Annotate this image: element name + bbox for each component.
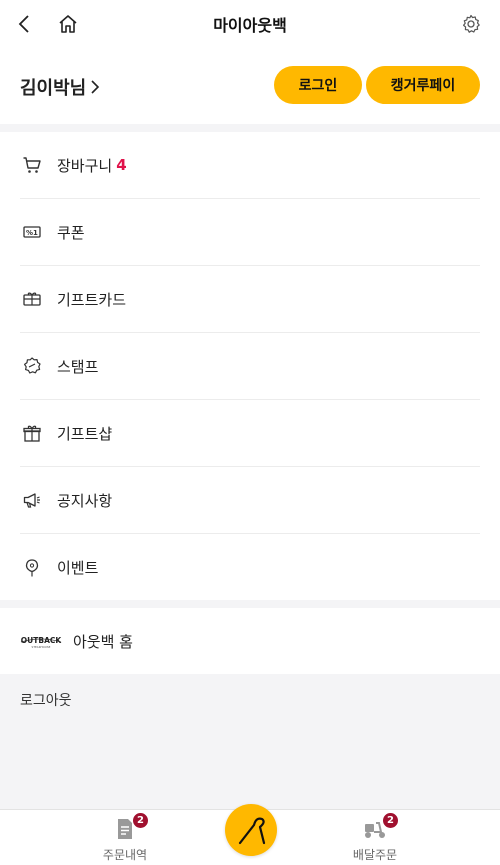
scooter-icon: 2: [362, 813, 398, 842]
home-icon: [59, 15, 77, 33]
menu-item-notice[interactable]: 공지사항: [20, 467, 480, 534]
bottom-tab-bar: 2 주문내역 2 배달주문: [0, 804, 500, 865]
svg-text:OUTBACK: OUTBACK: [21, 636, 62, 645]
cart-count: 4: [116, 156, 127, 174]
delivery-count-badge: 2: [383, 813, 398, 828]
outback-logo: OUTBACK STEAKHOUSE: [21, 636, 62, 649]
receipt-icon: 2: [112, 813, 148, 842]
svg-text:%1: %1: [26, 229, 38, 237]
menu-item-label: 공지사항: [57, 491, 113, 510]
settings-button[interactable]: [455, 8, 487, 40]
svg-text:STEAKHOUSE: STEAKHOUSE: [32, 645, 51, 649]
menu-item-label: 이벤트: [57, 559, 99, 577]
back-button[interactable]: [8, 8, 40, 40]
menu-item-cart[interactable]: 장바구니 4: [20, 132, 480, 199]
menu-item-label: 쿠폰: [57, 223, 85, 242]
menu-list: 장바구니 4 %1 쿠폰 기프트카드 스탬프 기프트샵 공지사항 이벤트: [0, 132, 500, 601]
boomerang-icon: [238, 817, 266, 845]
section-divider: [0, 124, 500, 132]
menu-item-coupon[interactable]: %1 쿠폰: [20, 199, 480, 266]
center-order-button[interactable]: [225, 804, 277, 856]
menu-item-gift-card[interactable]: 기프트카드: [20, 266, 480, 333]
home-button[interactable]: [52, 8, 84, 40]
menu-item-label: 기프트카드: [57, 290, 127, 309]
menu-item-label: 스탬프: [57, 357, 99, 376]
kangaroo-pay-button[interactable]: 캥거루페이: [366, 66, 480, 104]
cart-icon: [20, 153, 44, 177]
outback-home-label: 아웃백 홈: [73, 632, 133, 651]
outback-home-link[interactable]: OUTBACK STEAKHOUSE 아웃백 홈: [0, 608, 500, 674]
tab-order-history[interactable]: 2 주문내역: [85, 813, 165, 863]
menu-item-event[interactable]: 이벤트: [20, 534, 480, 601]
chevron-left-icon: [18, 15, 29, 33]
app-header: 마이아웃백: [0, 0, 500, 48]
tab-delivery-order[interactable]: 2 배달주문: [335, 813, 415, 863]
megaphone-icon: [20, 488, 44, 512]
chevron-right-icon: [91, 80, 100, 94]
menu-item-label: 장바구니: [57, 156, 113, 175]
stamp-icon: [20, 354, 44, 378]
menu-item-label: 기프트샵: [57, 424, 113, 443]
menu-item-stamp[interactable]: 스탬프: [20, 333, 480, 400]
user-name-link[interactable]: 김이박님: [20, 74, 100, 100]
gear-icon: [463, 14, 480, 33]
menu-item-gift-shop[interactable]: 기프트샵: [20, 400, 480, 467]
user-name: 김이박님: [20, 78, 87, 99]
gift-icon: [20, 421, 44, 445]
order-count-badge: 2: [133, 813, 148, 828]
login-button[interactable]: 로그인: [274, 66, 362, 104]
tab-label: 주문내역: [102, 848, 148, 862]
gift-card-icon: [20, 287, 44, 311]
logout-button[interactable]: 로그아웃: [20, 690, 72, 710]
profile-section: 김이박님 로그인 캥거루페이: [0, 48, 500, 124]
footer-area: 로그아웃: [0, 674, 500, 810]
section-divider: [0, 600, 500, 608]
balloon-icon: [20, 556, 44, 580]
coupon-icon: %1: [20, 220, 44, 244]
tab-label: 배달주문: [352, 848, 398, 862]
